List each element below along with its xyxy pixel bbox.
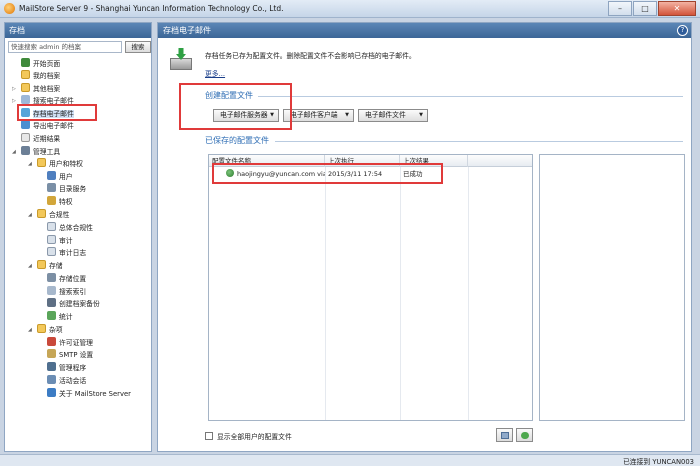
email-client-dropdown[interactable]: 电子邮件客户端 ▼ <box>283 109 354 122</box>
mailstore-app-icon <box>4 3 15 14</box>
window-title: MailStore Server 9 - Shanghai Yuncan Inf… <box>19 4 284 13</box>
nav-item-auditing[interactable]: 审计 <box>47 235 73 247</box>
nav-item-my-archive[interactable]: 我的档案 <box>21 70 60 82</box>
tools-icon <box>21 146 30 155</box>
collapse-arrow-icon[interactable]: ◢ <box>28 324 32 336</box>
recent-icon <box>21 133 30 142</box>
nav-item-directory-services[interactable]: 目录服务 <box>47 183 86 195</box>
window-controls: – □ ✕ <box>607 1 696 16</box>
nav-item-export-email[interactable]: 导出电子邮件 <box>21 120 74 132</box>
checkbox-icon[interactable] <box>205 432 213 440</box>
index-icon <box>47 286 56 295</box>
description-text: 存档任务已存为配置文件。删除配置文件不会影响已存档的电子邮件。 <box>205 52 416 60</box>
folder-icon <box>37 260 46 269</box>
nav-item-license-management[interactable]: 许可证管理 <box>47 337 93 349</box>
maximize-button[interactable]: □ <box>633 1 657 16</box>
license-icon <box>47 337 56 346</box>
nav-item-compliance[interactable]: ◢ 合规性 <box>28 209 69 221</box>
close-button[interactable]: ✕ <box>658 1 696 16</box>
nav-item-about[interactable]: 关于 MailStore Server <box>47 388 131 400</box>
section-divider <box>258 96 683 97</box>
section-divider <box>275 141 683 142</box>
nav-item-privileges[interactable]: 特权 <box>47 196 73 208</box>
nav-item-admin-tools[interactable]: ◢ 管理工具 <box>12 146 60 158</box>
saved-profiles-title: 已保存的配置文件 <box>205 136 269 145</box>
nav-item-active-sessions[interactable]: 活动会话 <box>47 375 86 387</box>
highlight-box <box>212 163 443 184</box>
nav-item-users-privileges[interactable]: ◢ 用户和特权 <box>28 158 83 170</box>
nav-item-search-index[interactable]: 搜索索引 <box>47 286 86 298</box>
document-icon <box>47 222 56 231</box>
more-link[interactable]: 更多... <box>205 68 225 78</box>
collapse-arrow-icon[interactable]: ◢ <box>28 158 32 170</box>
statistics-icon <box>47 311 56 320</box>
dropdown-caret-icon: ▼ <box>419 112 423 118</box>
about-icon <box>47 388 56 397</box>
highlight-box <box>179 83 292 130</box>
show-all-users-checkbox[interactable]: 显示全部用户的配置文件 <box>205 431 292 441</box>
main-header: 存档电子邮件 ? <box>158 23 691 38</box>
document-icon <box>47 235 56 244</box>
email-file-dropdown[interactable]: 电子邮件文件 ▼ <box>358 109 428 122</box>
folder-icon <box>21 70 30 79</box>
nav-item-miscellaneous[interactable]: ◢ 杂项 <box>28 324 63 336</box>
collapse-arrow-icon[interactable]: ◢ <box>12 146 16 158</box>
directory-icon <box>47 183 56 192</box>
minimize-button[interactable]: – <box>608 1 632 16</box>
properties-button[interactable] <box>496 428 513 442</box>
nav-item-audit-log[interactable]: 审计日志 <box>47 247 86 259</box>
nav-item-recent-results[interactable]: 近期结果 <box>21 133 60 145</box>
home-icon <box>21 58 30 67</box>
connection-status: 已连接到 YUNCAN003 <box>622 458 694 466</box>
folder-icon <box>37 324 46 333</box>
nav-item-create-backup[interactable]: 创建档案备份 <box>47 298 100 310</box>
nav-item-smtp-settings[interactable]: SMTP 设置 <box>47 349 93 361</box>
nav-item-management-api[interactable]: 管理程序 <box>47 362 86 374</box>
document-icon <box>47 247 56 256</box>
nav-item-other-archives[interactable]: ▷ 其他档案 <box>12 83 60 95</box>
folder-icon <box>37 209 46 218</box>
page-title: 存档电子邮件 <box>163 26 211 35</box>
title-bar: MailStore Server 9 - Shanghai Yuncan Inf… <box>0 0 700 18</box>
collapse-arrow-icon[interactable]: ◢ <box>28 209 32 221</box>
expand-arrow-icon[interactable]: ▷ <box>12 95 16 107</box>
quick-search-input[interactable]: 快速搜索 admin 的档案 <box>8 41 122 53</box>
collapse-arrow-icon[interactable]: ◢ <box>28 260 32 272</box>
properties-icon <box>501 432 509 439</box>
sidebar-header: 存档 <box>5 23 151 38</box>
session-icon <box>47 375 56 384</box>
dropdown-caret-icon: ▼ <box>345 112 349 118</box>
help-icon[interactable]: ? <box>677 25 688 36</box>
export-icon <box>21 120 30 129</box>
folder-icon <box>21 83 30 92</box>
refresh-icon <box>521 432 529 439</box>
nav-item-statistics[interactable]: 统计 <box>47 311 73 323</box>
key-icon <box>47 196 56 205</box>
user-icon <box>47 171 56 180</box>
status-bar: 已连接到 YUNCAN003 <box>0 454 700 466</box>
expand-arrow-icon[interactable]: ▷ <box>12 83 16 95</box>
main-panel: 存档电子邮件 ? 存档任务已存为配置文件。删除配置文件不会影响已存档的电子邮件。… <box>157 22 692 452</box>
sidebar: 存档 快速搜索 admin 的档案 搜索 开始页面 我的档案 ▷ 其他档案 ▷ 搜索… <box>4 22 152 452</box>
smtp-icon <box>47 349 56 358</box>
archive-download-icon <box>170 48 192 70</box>
profile-details-pane <box>539 154 685 421</box>
manager-icon <box>47 362 56 371</box>
nav-item-general-compliance[interactable]: 总体合规性 <box>47 222 93 234</box>
nav-item-storage[interactable]: ◢ 存储 <box>28 260 63 272</box>
profiles-table: 配置文件名称 上次执行 上次结果 haojingyu@yuncan.com vi… <box>208 154 533 421</box>
highlight-box <box>17 104 97 121</box>
search-icon <box>21 95 30 104</box>
nav-item-users[interactable]: 用户 <box>47 171 73 183</box>
storage-icon <box>47 273 56 282</box>
refresh-button[interactable] <box>516 428 533 442</box>
search-button[interactable]: 搜索 <box>125 41 151 53</box>
folder-icon <box>37 158 46 167</box>
nav-item-start-page[interactable]: 开始页面 <box>21 58 60 70</box>
nav-item-storage-locations[interactable]: 存储位置 <box>47 273 86 285</box>
backup-icon <box>47 298 56 307</box>
